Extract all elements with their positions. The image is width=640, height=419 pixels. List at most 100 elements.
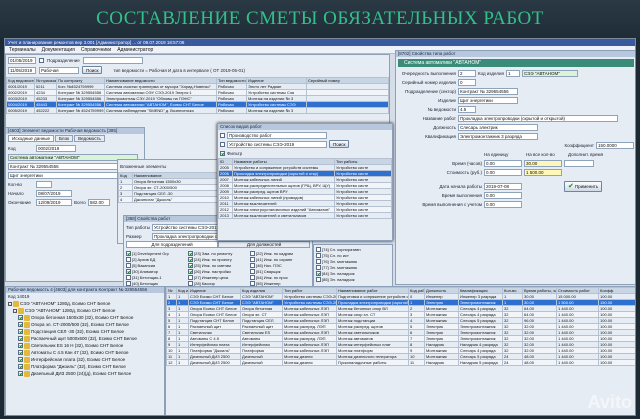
table-row[interactable]: 2008 Монтаж распределительных щитов (ГРЩ,… [218, 182, 392, 189]
tree-checkbox[interactable] [18, 329, 23, 334]
work-select[interactable]: Прокладка электропроводки (скрытой и отк… [458, 114, 618, 122]
unit-checkbox[interactable] [250, 280, 255, 286]
time-add[interactable] [564, 159, 594, 167]
menu-item[interactable]: Справочники [81, 46, 111, 53]
unit-checkbox[interactable] [188, 280, 193, 286]
unit-checkbox[interactable] [126, 274, 131, 280]
table-row[interactable]: 12 1 Дизельный ДИЗ 2500 Дизельный Монтаж диз… [166, 359, 635, 366]
unit-checkbox[interactable] [316, 270, 321, 276]
search-button[interactable]: Поиск [82, 66, 103, 74]
tree-item[interactable]: Дизельный ДИЗ 2500 (24)(д), Есимо СНТ Бе… [6, 370, 164, 377]
unit-checkbox[interactable] [188, 262, 193, 268]
tree-checkbox[interactable] [18, 364, 23, 369]
unit-checkbox[interactable] [316, 252, 321, 258]
tree-item[interactable]: Опора бетонная 1500х30 (32), Есимо СНТ Б… [6, 314, 164, 321]
tree-item[interactable]: Автоматы С 4.5 Кан 47 (32), Есимо СНТ Бе… [6, 349, 164, 356]
menu-item[interactable]: Администратор [117, 46, 153, 53]
date-to-input[interactable]: 11/05/2019 [8, 66, 36, 74]
date-from-input[interactable]: 01/05/2019 [8, 57, 36, 64]
status-select[interactable]: Рабочая [39, 66, 79, 74]
unit-checkbox[interactable] [250, 268, 255, 274]
unit-checkbox[interactable] [188, 268, 193, 274]
tree-item[interactable]: Платформа "Джоиль" (32), Есимо СНТ Белое [6, 363, 164, 370]
column-header[interactable]: Время работы, час. [522, 287, 557, 294]
dolzh-select[interactable]: Слесарь электрик [458, 123, 538, 131]
column-header[interactable]: Код раб. [408, 287, 425, 294]
tree-item[interactable]: Светильник ЕS 16 Н (32), Есимо СНТ Белое [6, 342, 164, 349]
plan-input[interactable]: 0.00 [484, 200, 522, 208]
property-tab[interactable]: Для подразделений [126, 241, 218, 248]
count-input[interactable] [36, 180, 52, 188]
element-tab[interactable]: Исходные данные [8, 135, 55, 142]
menu-item[interactable]: Терминалы [9, 46, 36, 53]
unit-checkbox[interactable] [126, 280, 131, 286]
unit-checkbox[interactable] [250, 262, 255, 268]
time-total[interactable]: 30.00 [524, 159, 562, 167]
tree-item[interactable]: − СЭЭ "АВТАНОМ" 1280д, Есимо СНТ Белое [6, 307, 164, 314]
unit-checkbox[interactable] [316, 264, 321, 270]
tree-item[interactable]: Интерфейсная плата (32), Есимо СНТ Белое [6, 356, 164, 363]
unit-checkbox[interactable] [250, 256, 255, 262]
start-date-input[interactable]: 08/07/2019 [36, 189, 72, 197]
filter-checkbox[interactable] [220, 150, 225, 156]
group-value-select[interactable]: Устройство системы СЭЭ-2019 [227, 140, 327, 148]
unit-checkbox[interactable] [316, 276, 321, 282]
worklist-search-button[interactable]: Поиск [329, 140, 350, 148]
element-tab[interactable]: Блок [55, 135, 74, 142]
table-row[interactable]: 2012 Монтаж электроустановочных изделий "… [218, 206, 392, 213]
qual-select[interactable]: Электромонтажник 3 разряда [458, 132, 538, 140]
tree-checkbox[interactable] [18, 357, 23, 362]
tree-item[interactable]: Распаечный щит 5000х600 (32), Есимо СНТ … [6, 335, 164, 342]
column-header[interactable]: № приказа [34, 77, 57, 84]
menu-item[interactable]: Документация [42, 46, 75, 53]
queue-input[interactable]: 2 [458, 69, 476, 77]
sum-input[interactable]: 582.00 [87, 198, 110, 206]
tree-item[interactable]: Подстанция СЕЛ -30 (32), Есимо СНТ Белое [6, 328, 164, 335]
code-item-input[interactable]: 1 [505, 69, 520, 77]
group-value-checkbox[interactable] [220, 141, 225, 147]
tree-item[interactable]: − СЭЭ "АВТАНОМ" 1280д, Есимо СНТ Белое [6, 300, 164, 307]
group-select[interactable]: Производство работ [227, 131, 327, 139]
product-input[interactable]: Щит энергетики [458, 96, 518, 104]
expand-icon[interactable]: − [8, 301, 12, 306]
unit-checkbox[interactable] [126, 262, 131, 268]
money-per-unit[interactable]: 0.00 [484, 168, 522, 176]
subdivision-select[interactable] [82, 57, 143, 64]
code-item-value[interactable]: СЭЭ "АВТАНОМ" [521, 69, 578, 77]
end-work-input[interactable]: 0.00 [484, 191, 522, 199]
props-apply-button[interactable]: ✔ Применить [564, 180, 603, 192]
subdivision-prop-input[interactable]: Контракт № 329554556 [458, 87, 518, 95]
unit-checkbox[interactable] [250, 274, 255, 280]
serial-input[interactable]: 0 [458, 78, 476, 86]
start-work-input[interactable]: 2019-07-08 [484, 182, 522, 190]
subdivision-checkbox[interactable] [39, 58, 44, 63]
column-header[interactable]: Тип ведомости [216, 77, 247, 84]
unit-checkbox[interactable] [316, 246, 321, 252]
unit-checkbox[interactable] [250, 250, 255, 256]
end-date-input[interactable]: 12/09/2019 [36, 198, 72, 206]
element-tab[interactable]: Ведомость [74, 135, 105, 142]
coef-input[interactable]: 150.0000 [596, 141, 634, 149]
unit-checkbox[interactable] [188, 256, 193, 262]
table-row[interactable]: 2005 Устройство и сопряжение устройств си… [218, 164, 392, 171]
table-row[interactable]: 2006 Прокладка электропроводки (скрытой и… [218, 170, 392, 177]
tree-checkbox[interactable] [18, 350, 23, 355]
table-row[interactable]: 2013 Монтаж выключателей и светильников Ус… [218, 212, 392, 219]
time-per-unit[interactable]: 0.00 [484, 159, 522, 167]
tree-checkbox[interactable] [18, 371, 23, 376]
expand-icon[interactable]: − [13, 308, 17, 313]
tree-item[interactable]: Опора эл. СТ-2000/500 (32), Есимо СНТ Бе… [6, 321, 164, 328]
element-code-input[interactable]: 0002/2019 [36, 144, 76, 152]
vedomost-input[interactable]: 4.5 [458, 105, 476, 113]
unit-checkbox[interactable] [126, 250, 131, 256]
tree-checkbox[interactable] [18, 315, 23, 320]
group-checkbox[interactable] [220, 132, 225, 138]
unit-option[interactable]: [85] Эл. наладчик [316, 276, 390, 282]
property-tab[interactable]: Для должностей [218, 241, 310, 248]
column-header[interactable]: Код изд. [176, 287, 189, 294]
tree-checkbox[interactable] [18, 322, 23, 327]
tree-checkbox[interactable] [18, 343, 23, 348]
unit-checkbox[interactable] [188, 250, 193, 256]
unit-checkbox[interactable] [126, 256, 131, 262]
table-row[interactable]: 0005/2019 452222 Контракт № 4524759999 Сист… [6, 107, 389, 114]
